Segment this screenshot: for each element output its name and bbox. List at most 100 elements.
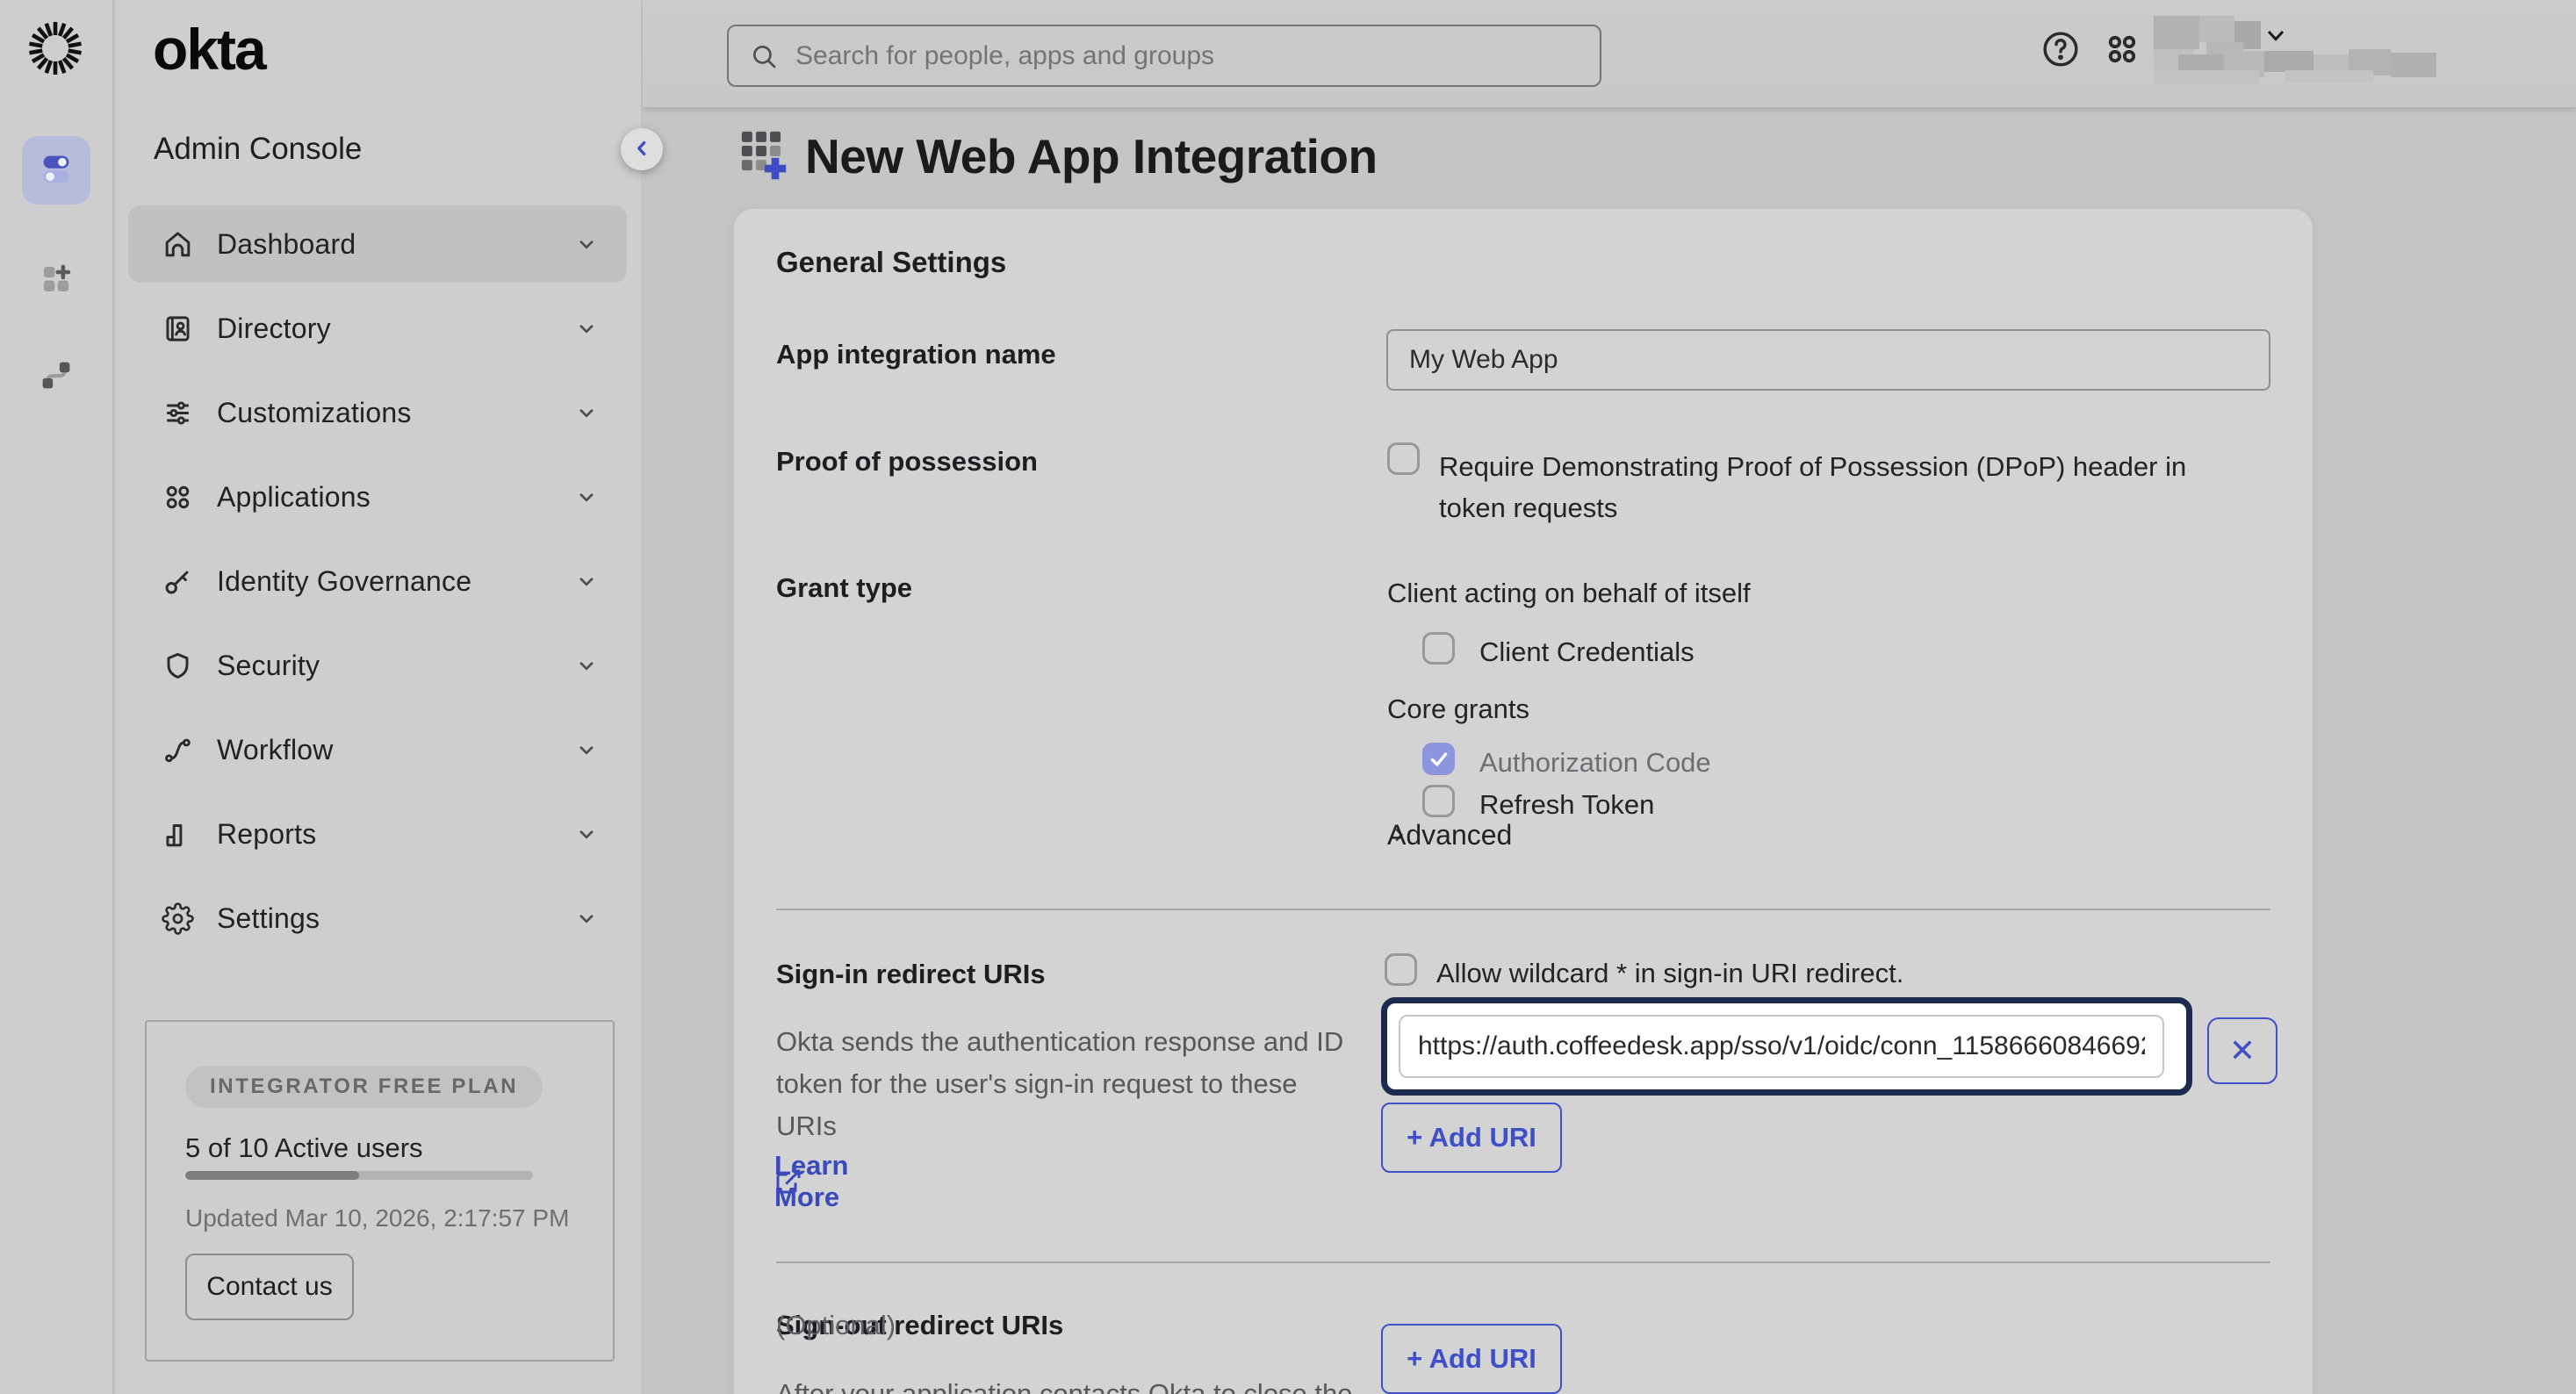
sidebar-item-workflow[interactable]: Workflow — [128, 711, 627, 788]
check-icon — [1428, 748, 1450, 771]
help-icon — [2040, 29, 2081, 69]
client-credentials-label: Client Credentials — [1479, 636, 1695, 668]
sidebar-item-dashboard[interactable]: Dashboard — [128, 205, 627, 283]
optional-tag: (Optional) — [776, 1310, 896, 1341]
signout-description: After your application contacts Okta to … — [776, 1373, 1443, 1394]
sidebar-item-label: Security — [217, 650, 573, 682]
circles-grid-icon — [162, 481, 194, 514]
chevron-down-icon — [573, 821, 600, 847]
sidebar-item-label: Reports — [217, 818, 573, 851]
chevron-down-icon — [573, 737, 600, 763]
sidebar-item-label: Settings — [217, 902, 573, 935]
sidebar-item-security[interactable]: Security — [128, 627, 627, 704]
user-menu-chevron-icon — [2262, 21, 2290, 49]
help-button[interactable] — [2040, 29, 2081, 69]
chevron-down-icon — [573, 568, 600, 594]
grant-type-label: Grant type — [776, 572, 912, 604]
sidebar-item-label: Workflow — [217, 734, 573, 766]
authorization-code-checkbox[interactable] — [1422, 743, 1455, 775]
grid-plus-icon — [740, 130, 791, 183]
chevron-down-icon — [573, 399, 600, 426]
workflows-icon — [38, 356, 75, 398]
signin-description: Okta sends the authentication response a… — [776, 1021, 1351, 1147]
chevron-down-icon — [573, 484, 600, 510]
sidebar-item-identity-governance[interactable]: Identity Governance — [128, 543, 627, 620]
app-name-label: App integration name — [776, 339, 1056, 370]
sidebar-item-customizations[interactable]: Customizations — [128, 374, 627, 451]
search-icon — [750, 42, 778, 70]
sidebar-item-label: Identity Governance — [217, 565, 573, 598]
progress-fill — [185, 1171, 359, 1180]
refresh-token-label: Refresh Token — [1479, 789, 1654, 821]
sidebar-item-applications[interactable]: Applications — [128, 458, 627, 535]
add-signin-uri-button[interactable]: + Add URI — [1381, 1103, 1562, 1173]
plan-badge: INTEGRATOR FREE PLAN — [185, 1066, 543, 1108]
shield-icon — [162, 650, 194, 682]
left-rail — [0, 0, 114, 1394]
add-apps-grid-icon — [38, 260, 75, 301]
rail-admin-console-button[interactable] — [22, 136, 90, 205]
chevron-down-icon — [573, 905, 600, 931]
client-self-heading: Client acting on behalf of itself — [1387, 578, 1751, 609]
sidebar-item-directory[interactable]: Directory — [128, 290, 627, 367]
core-grants-heading: Core grants — [1387, 693, 1529, 725]
client-credentials-checkbox[interactable] — [1422, 632, 1455, 665]
app-name-input[interactable] — [1386, 329, 2270, 391]
okta-admin-console: okta Admin Console Dashboard Directory C… — [0, 0, 2576, 1394]
contact-us-button[interactable]: Contact us — [185, 1254, 354, 1320]
add-signout-uri-button[interactable]: + Add URI — [1381, 1324, 1562, 1394]
rail-workflows-button[interactable] — [22, 342, 90, 411]
signout-uris-row: Sign-out redirect URIs (Optional) — [776, 1310, 1063, 1341]
sidebar-collapse-button[interactable] — [621, 128, 663, 170]
wildcard-label: Allow wildcard * in sign-in URI redirect… — [1436, 958, 1903, 989]
global-search[interactable] — [727, 25, 1601, 87]
refresh-token-checkbox[interactable] — [1422, 785, 1455, 817]
plan-box: INTEGRATOR FREE PLAN 5 of 10 Active user… — [145, 1020, 615, 1362]
okta-sunburst-logo — [26, 19, 84, 77]
sidebar-item-settings[interactable]: Settings — [128, 880, 627, 957]
signin-uri-field-focused — [1381, 997, 2192, 1096]
user-menu-redacted[interactable] — [2154, 12, 2470, 90]
console-title: Admin Console — [154, 132, 362, 167]
section-divider — [776, 909, 2270, 910]
wildcard-checkbox[interactable] — [1385, 953, 1417, 986]
usage-progress-bar — [185, 1171, 533, 1180]
search-input[interactable] — [795, 41, 1579, 71]
apps-grid-icon — [2102, 29, 2142, 69]
proof-label: Proof of possession — [776, 446, 1038, 478]
key-icon — [162, 565, 194, 598]
okta-logo-text: okta — [153, 16, 265, 83]
remove-uri-button[interactable]: ✕ — [2207, 1017, 2277, 1084]
chevron-left-icon — [630, 137, 653, 162]
admin-console-toggles-icon — [36, 148, 76, 193]
learn-more-label: Learn More — [774, 1150, 848, 1213]
topbar — [643, 0, 2576, 107]
proof-checkbox[interactable] — [1387, 442, 1420, 475]
chevron-down-icon — [573, 652, 600, 679]
advanced-label: Advanced — [1387, 819, 1512, 851]
signin-uri-input[interactable] — [1399, 1015, 2164, 1078]
apps-grid-button[interactable] — [2102, 29, 2142, 69]
sidebar-item-reports[interactable]: Reports — [128, 795, 627, 873]
signin-uris-label: Sign-in redirect URIs — [776, 959, 1046, 990]
sidebar-item-label: Dashboard — [217, 228, 573, 261]
general-settings-card: General Settings App integration name Pr… — [734, 209, 2313, 1394]
chevron-down-icon — [573, 315, 600, 341]
section-divider — [776, 1261, 2270, 1263]
gear-icon — [162, 902, 194, 935]
sidebar-item-label: Directory — [217, 313, 573, 345]
authorization-code-label: Authorization Code — [1479, 747, 1711, 779]
page-title: New Web App Integration — [805, 128, 1378, 184]
rail-add-apps-button[interactable] — [22, 246, 90, 314]
sidebar-menu: Dashboard Directory Customizations Appli… — [128, 205, 627, 964]
chevron-down-icon — [573, 231, 600, 257]
id-card-icon — [162, 313, 194, 345]
plan-updated-text: Updated Mar 10, 2026, 2:17:57 PM — [185, 1204, 569, 1232]
section-title: General Settings — [776, 246, 1006, 279]
bar-chart-icon — [162, 818, 194, 851]
sidebar-item-label: Customizations — [217, 397, 573, 429]
advanced-link[interactable]: Advanced — [1387, 823, 1410, 846]
learn-more-link[interactable]: Learn More — [774, 1168, 802, 1196]
workflow-curve-icon — [162, 734, 194, 766]
plan-usage-text: 5 of 10 Active users — [185, 1132, 423, 1164]
